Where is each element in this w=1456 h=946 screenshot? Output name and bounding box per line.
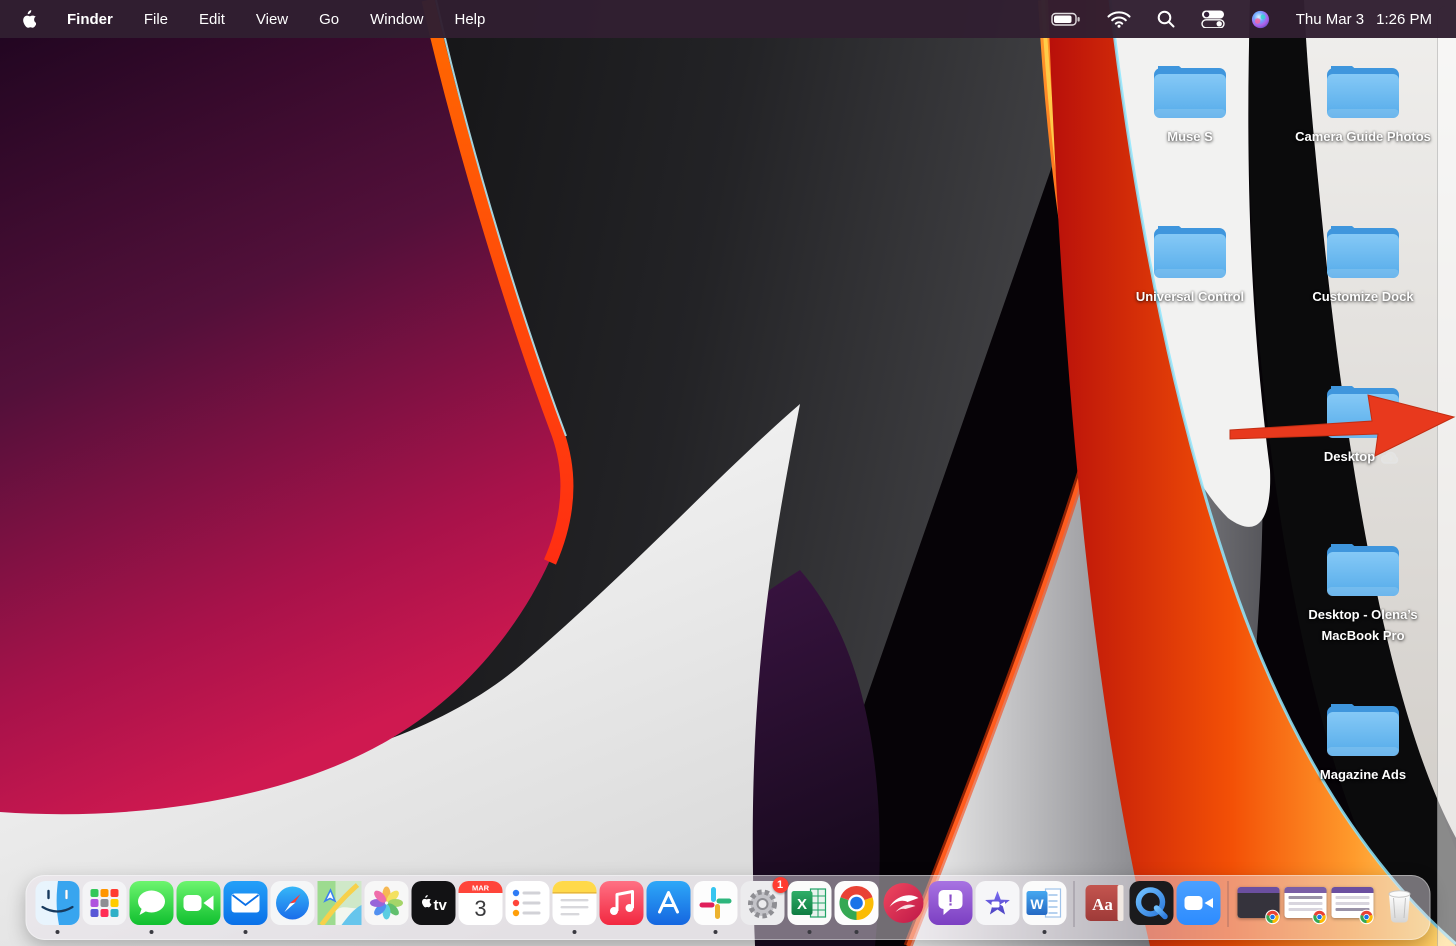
dock-item-chrome[interactable]: [834, 881, 878, 925]
running-indicator: [1042, 930, 1046, 934]
folder-icon: [1321, 220, 1405, 284]
battery-icon[interactable]: [1051, 10, 1081, 28]
menu-go[interactable]: Go: [319, 11, 339, 28]
folder-label: Universal Control: [1115, 287, 1265, 308]
svg-text:3: 3: [474, 896, 486, 921]
folder-label: Magazine Ads: [1288, 765, 1438, 786]
spotlight-search-icon[interactable]: [1157, 10, 1175, 28]
folder-icon: [1321, 380, 1405, 444]
svg-text:MAR: MAR: [471, 884, 489, 893]
dock-item-feedback-assistant[interactable]: !: [928, 881, 972, 925]
svg-text:X: X: [796, 896, 806, 913]
svg-text:W: W: [1030, 896, 1044, 912]
dock-item-facetime[interactable]: [176, 881, 220, 925]
dock-divider: [1074, 881, 1075, 927]
dock-item-reminders[interactable]: [505, 881, 549, 925]
chrome-badge-icon: [1358, 909, 1374, 925]
folder-label: Customize Dock: [1288, 287, 1438, 308]
folder-icon: [1321, 698, 1405, 762]
dock-item-mail[interactable]: [223, 881, 267, 925]
folder-label: Camera Guide Photos: [1288, 127, 1438, 148]
desktop-folder-customize-dock[interactable]: Customize Dock: [1288, 220, 1438, 308]
folder-label: Desktop: [1324, 447, 1375, 468]
folder-icon: [1148, 60, 1232, 124]
running-indicator: [713, 930, 717, 934]
dock-item-safari[interactable]: [270, 881, 314, 925]
dock-item-finder[interactable]: [35, 881, 79, 925]
chrome-badge-icon: [1264, 909, 1280, 925]
screen-edge-panel: [1437, 6, 1456, 946]
dock-item-slack[interactable]: [693, 881, 737, 925]
running-indicator: [149, 930, 153, 934]
macos-desktop: Finder File Edit View Go Window Help: [0, 0, 1456, 946]
dock-item-imovie[interactable]: [975, 881, 1019, 925]
svg-text:tv: tv: [433, 897, 447, 914]
dock-item-app-store[interactable]: [646, 881, 690, 925]
running-indicator: [854, 930, 858, 934]
dock-item-dictionary[interactable]: Aa: [1082, 881, 1126, 925]
menu-app-name[interactable]: Finder: [67, 11, 113, 28]
dock-item-trash[interactable]: [1377, 881, 1421, 925]
dock-minimized-window-1[interactable]: [1236, 881, 1280, 925]
menu-file[interactable]: File: [144, 11, 168, 28]
running-indicator: [807, 930, 811, 934]
dock-item-word[interactable]: W: [1022, 881, 1066, 925]
menu-window[interactable]: Window: [370, 11, 423, 28]
folder-label: Desktop - Olena’s MacBook Pro: [1288, 605, 1438, 647]
desktop-folder-magazine-ads[interactable]: Magazine Ads: [1288, 698, 1438, 786]
folder-icon: [1148, 220, 1232, 284]
svg-text:!: !: [947, 893, 952, 910]
dock-item-zoom[interactable]: [1176, 881, 1220, 925]
dock-item-messages[interactable]: [129, 881, 173, 925]
dock-item-photos[interactable]: [364, 881, 408, 925]
folder-icon: [1321, 60, 1405, 124]
icloud-download-icon: [1380, 450, 1402, 465]
desktop-folder-camera-guide-photos[interactable]: Camera Guide Photos: [1288, 60, 1438, 148]
apple-menu-icon[interactable]: [21, 10, 36, 28]
dock-item-system-preferences[interactable]: 1: [740, 881, 784, 925]
menu-bar: Finder File Edit View Go Window Help: [0, 0, 1456, 38]
desktop-folder-universal-control[interactable]: Universal Control: [1115, 220, 1265, 308]
siri-icon[interactable]: [1251, 10, 1270, 29]
running-indicator: [243, 930, 247, 934]
dock-item-music[interactable]: [599, 881, 643, 925]
dock-item-quicktime[interactable]: [1129, 881, 1173, 925]
dock-item-apple-tv[interactable]: tv: [411, 881, 455, 925]
dock-item-launchpad[interactable]: [82, 881, 126, 925]
chrome-badge-icon: [1311, 909, 1327, 925]
clock-time: 1:26 PM: [1376, 11, 1432, 28]
dock-item-calendar[interactable]: MAR 3: [458, 881, 502, 925]
control-center-icon[interactable]: [1201, 10, 1225, 28]
svg-text:Aa: Aa: [1092, 895, 1113, 914]
menu-edit[interactable]: Edit: [199, 11, 225, 28]
desktop-folder-desktop[interactable]: Desktop: [1288, 380, 1438, 468]
running-indicator: [572, 930, 576, 934]
folder-label: Muse S: [1115, 127, 1265, 148]
folder-icon: [1321, 538, 1405, 602]
dock-minimized-window-3[interactable]: [1330, 881, 1374, 925]
dock-item-maps[interactable]: [317, 881, 361, 925]
dock-item-notes[interactable]: [552, 881, 596, 925]
dock-divider: [1228, 881, 1229, 927]
running-indicator: [55, 930, 59, 934]
dock-minimized-window-2[interactable]: [1283, 881, 1327, 925]
menu-help[interactable]: Help: [455, 11, 486, 28]
notification-badge: 1: [772, 877, 788, 893]
desktop-folder-desktop-olenas-macbook-pro[interactable]: Desktop - Olena’s MacBook Pro: [1288, 538, 1438, 647]
desktop-folder-muse-s[interactable]: Muse S: [1115, 60, 1265, 148]
dock-item-snagit[interactable]: [881, 881, 925, 925]
dock-item-excel[interactable]: X: [787, 881, 831, 925]
dock: tv MAR 3: [26, 875, 1431, 940]
wifi-icon[interactable]: [1107, 10, 1131, 28]
clock-date: Thu Mar 3: [1296, 11, 1364, 28]
menu-view[interactable]: View: [256, 11, 288, 28]
menu-clock[interactable]: Thu Mar 3 1:26 PM: [1296, 11, 1432, 28]
